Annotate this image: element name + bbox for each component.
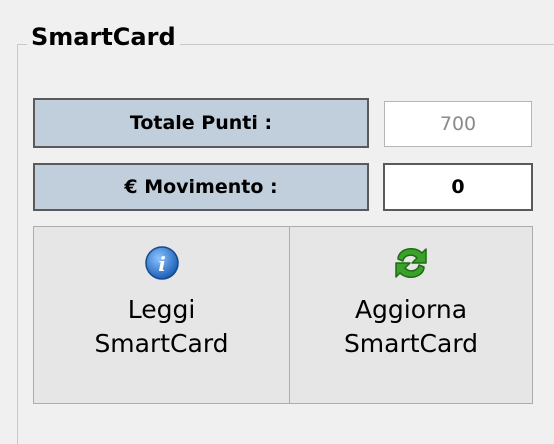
aggiorna-smartcard-button[interactable]: Aggiorna SmartCard [289,226,533,404]
aggiorna-button-label-line1: Aggiorna [354,295,468,324]
smartcard-group-title: SmartCard [27,20,180,54]
aggiorna-button-label-line2: SmartCard [343,329,479,358]
movimento-input[interactable]: 0 [383,163,533,211]
leggi-button-label-line1: Leggi [127,295,196,324]
leggi-smartcard-button[interactable]: i Leggi SmartCard [33,226,290,404]
svg-text:i: i [158,252,166,276]
totale-punti-label: Totale Punti : [33,98,369,148]
leggi-button-label-line2: SmartCard [94,329,229,358]
refresh-icon [390,241,432,285]
info-icon: i [144,241,180,285]
totale-punti-value: 700 [384,101,532,147]
movimento-label: € Movimento : [33,163,369,211]
